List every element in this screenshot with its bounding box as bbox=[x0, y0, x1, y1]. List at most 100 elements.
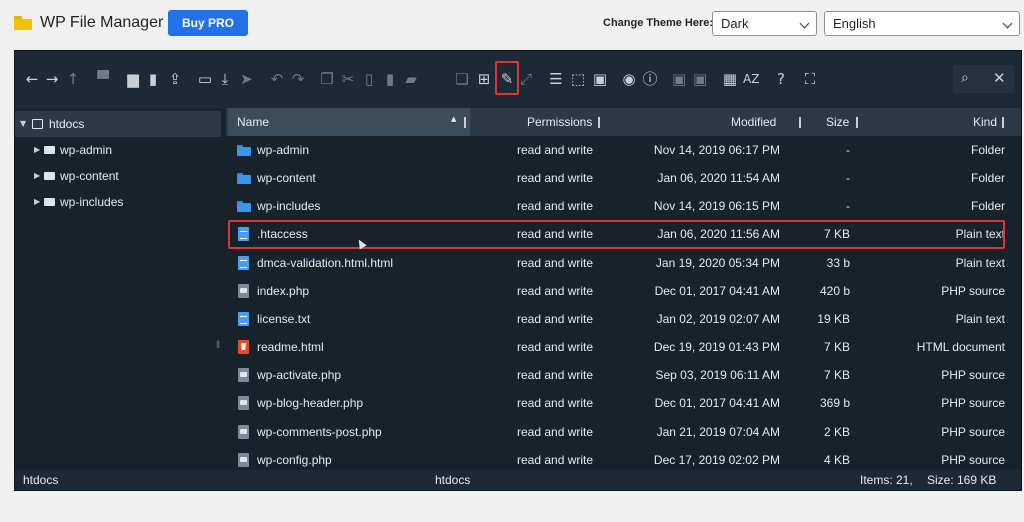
extract-icon[interactable]: ▣ bbox=[672, 70, 686, 88]
invert-selection-icon[interactable]: ▣ bbox=[592, 70, 608, 88]
file-kind: PHP source bbox=[941, 368, 1005, 382]
column-permissions[interactable]: Permissions bbox=[527, 115, 592, 129]
copy-icon[interactable]: ❐ bbox=[320, 70, 334, 88]
chevron-right-icon[interactable]: ▶ bbox=[34, 137, 40, 163]
up-icon[interactable]: ↑ bbox=[66, 70, 80, 88]
text-file-icon bbox=[238, 312, 249, 326]
php-file-icon bbox=[238, 368, 249, 382]
file-size: 33 b bbox=[827, 256, 850, 270]
edit-icon[interactable]: ✎ bbox=[499, 70, 515, 88]
file-size: 420 b bbox=[820, 284, 850, 298]
column-resize-handle[interactable] bbox=[1002, 117, 1004, 128]
help-icon[interactable]: ? bbox=[773, 70, 789, 88]
column-resize-handle[interactable] bbox=[464, 117, 466, 128]
file-modified: Dec 01, 2017 04:41 AM bbox=[655, 284, 780, 298]
column-resize-handle[interactable] bbox=[598, 117, 600, 128]
fullscreen-icon[interactable]: ⛶ bbox=[802, 70, 818, 88]
folder-icon bbox=[44, 146, 55, 154]
select-all-icon[interactable]: ☰ bbox=[548, 70, 564, 88]
table-row[interactable]: wp-contentread and writeJan 06, 2020 11:… bbox=[226, 164, 1021, 192]
info-icon[interactable]: ⓘ bbox=[642, 70, 658, 88]
file-modified: Jan 19, 2020 05:34 PM bbox=[656, 256, 780, 270]
cut-icon[interactable]: ✂ bbox=[341, 70, 355, 88]
theme-select[interactable]: Dark bbox=[712, 11, 817, 36]
language-select[interactable]: English bbox=[824, 11, 1020, 36]
forward-icon[interactable]: → bbox=[45, 70, 59, 88]
open-icon[interactable]: ▭ bbox=[197, 70, 213, 88]
table-row[interactable]: wp-blog-header.phpread and writeDec 01, … bbox=[226, 389, 1021, 417]
buy-pro-button[interactable]: Buy PRO bbox=[168, 10, 248, 36]
archive-icon[interactable]: ▣ bbox=[693, 70, 707, 88]
download-icon[interactable]: ⤓ bbox=[218, 70, 232, 88]
new-file-icon[interactable]: ▮ bbox=[146, 70, 160, 88]
table-row[interactable]: readme.htmlread and writeDec 19, 2019 01… bbox=[226, 333, 1021, 361]
file-permissions: read and write bbox=[517, 340, 593, 354]
file-modified: Jan 06, 2020 11:54 AM bbox=[657, 171, 780, 185]
search-box[interactable]: ⌕ ✕ bbox=[953, 65, 1014, 93]
close-icon[interactable]: ✕ bbox=[993, 69, 1006, 87]
table-row[interactable]: wp-adminread and writeNov 14, 2019 06:17… bbox=[226, 136, 1021, 164]
table-row[interactable]: index.phpread and writeDec 01, 2017 04:4… bbox=[226, 277, 1021, 305]
tree-item-htdocs[interactable]: ▼ htdocs bbox=[15, 111, 221, 137]
column-kind[interactable]: Kind bbox=[973, 115, 997, 129]
tree-item-wp-content[interactable]: ▶ wp-content bbox=[15, 163, 221, 189]
paste-icon[interactable]: ▯ bbox=[362, 70, 376, 88]
column-size[interactable]: Size bbox=[826, 115, 849, 129]
select-none-icon[interactable]: ⬚ bbox=[570, 70, 586, 88]
file-kind: HTML document bbox=[917, 340, 1005, 354]
file-size: 7 KB bbox=[824, 340, 850, 354]
chevron-down-icon[interactable]: ▼ bbox=[20, 111, 26, 137]
duplicate-icon[interactable]: ❏ bbox=[455, 70, 469, 88]
file-modified: Jan 02, 2019 02:07 AM bbox=[657, 312, 780, 326]
delete-icon[interactable]: ▮ bbox=[383, 70, 397, 88]
status-size: Size: 169 KB bbox=[927, 473, 996, 487]
panel-resize-handle[interactable]: ‖ bbox=[216, 340, 220, 351]
column-resize-handle[interactable] bbox=[856, 117, 858, 128]
home-icon[interactable]: ▀ bbox=[95, 70, 111, 88]
chevron-right-icon[interactable]: ▶ bbox=[34, 189, 40, 215]
sort-ascending-icon: ▲ bbox=[451, 115, 456, 123]
undo-icon[interactable]: ↶ bbox=[269, 70, 285, 88]
empty-icon[interactable]: ▰ bbox=[404, 70, 418, 88]
file-name: wp-config.php bbox=[257, 453, 332, 467]
new-folder-icon[interactable]: ▆ bbox=[125, 70, 141, 88]
table-row[interactable]: wp-comments-post.phpread and writeJan 21… bbox=[226, 418, 1021, 446]
select-icon[interactable]: ➤ bbox=[240, 70, 252, 88]
table-header: Name ▲ Permissions Modified Size Kind bbox=[226, 108, 1021, 136]
rename-icon[interactable]: ⊞ bbox=[476, 70, 492, 88]
php-file-icon bbox=[238, 284, 249, 298]
file-name: wp-admin bbox=[257, 143, 309, 157]
back-icon[interactable]: ← bbox=[25, 70, 39, 88]
file-size: 7 KB bbox=[824, 368, 850, 382]
file-permissions: read and write bbox=[517, 143, 593, 157]
status-path: htdocs bbox=[23, 473, 58, 487]
table-row[interactable]: dmca-validation.html.htmlread and writeJ… bbox=[226, 249, 1021, 277]
table-row[interactable]: wp-activate.phpread and writeSep 03, 201… bbox=[226, 361, 1021, 389]
sort-icon[interactable]: AZ bbox=[743, 70, 759, 88]
file-kind: Plain text bbox=[956, 256, 1005, 270]
table-row[interactable]: license.txtread and writeJan 02, 2019 02… bbox=[226, 305, 1021, 333]
preview-icon[interactable]: ◉ bbox=[621, 70, 637, 88]
theme-select-value: Dark bbox=[721, 16, 748, 31]
resize-icon[interactable]: ⤢ bbox=[519, 70, 533, 88]
status-items: Items: 21, bbox=[860, 473, 913, 487]
file-permissions: read and write bbox=[517, 256, 593, 270]
file-kind: Folder bbox=[971, 199, 1005, 213]
chevron-right-icon[interactable]: ▶ bbox=[34, 163, 40, 189]
tree-item-wp-includes[interactable]: ▶ wp-includes bbox=[15, 189, 221, 215]
table-row[interactable]: wp-includesread and writeNov 14, 2019 06… bbox=[226, 192, 1021, 220]
view-icon[interactable]: ▦ bbox=[722, 70, 738, 88]
status-current-folder: htdocs bbox=[435, 473, 470, 487]
file-name: index.php bbox=[257, 284, 309, 298]
file-permissions: read and write bbox=[517, 425, 593, 439]
redo-icon[interactable]: ↷ bbox=[290, 70, 306, 88]
tree-item-label: htdocs bbox=[49, 111, 84, 137]
column-resize-handle[interactable] bbox=[799, 117, 801, 128]
column-modified[interactable]: Modified bbox=[731, 115, 776, 129]
tree-item-wp-admin[interactable]: ▶ wp-admin bbox=[15, 137, 221, 163]
file-permissions: read and write bbox=[517, 396, 593, 410]
file-size: 19 KB bbox=[817, 312, 850, 326]
column-name[interactable]: Name bbox=[237, 115, 269, 129]
upload-icon[interactable]: ⇪ bbox=[168, 70, 182, 88]
search-icon[interactable]: ⌕ bbox=[961, 70, 969, 86]
